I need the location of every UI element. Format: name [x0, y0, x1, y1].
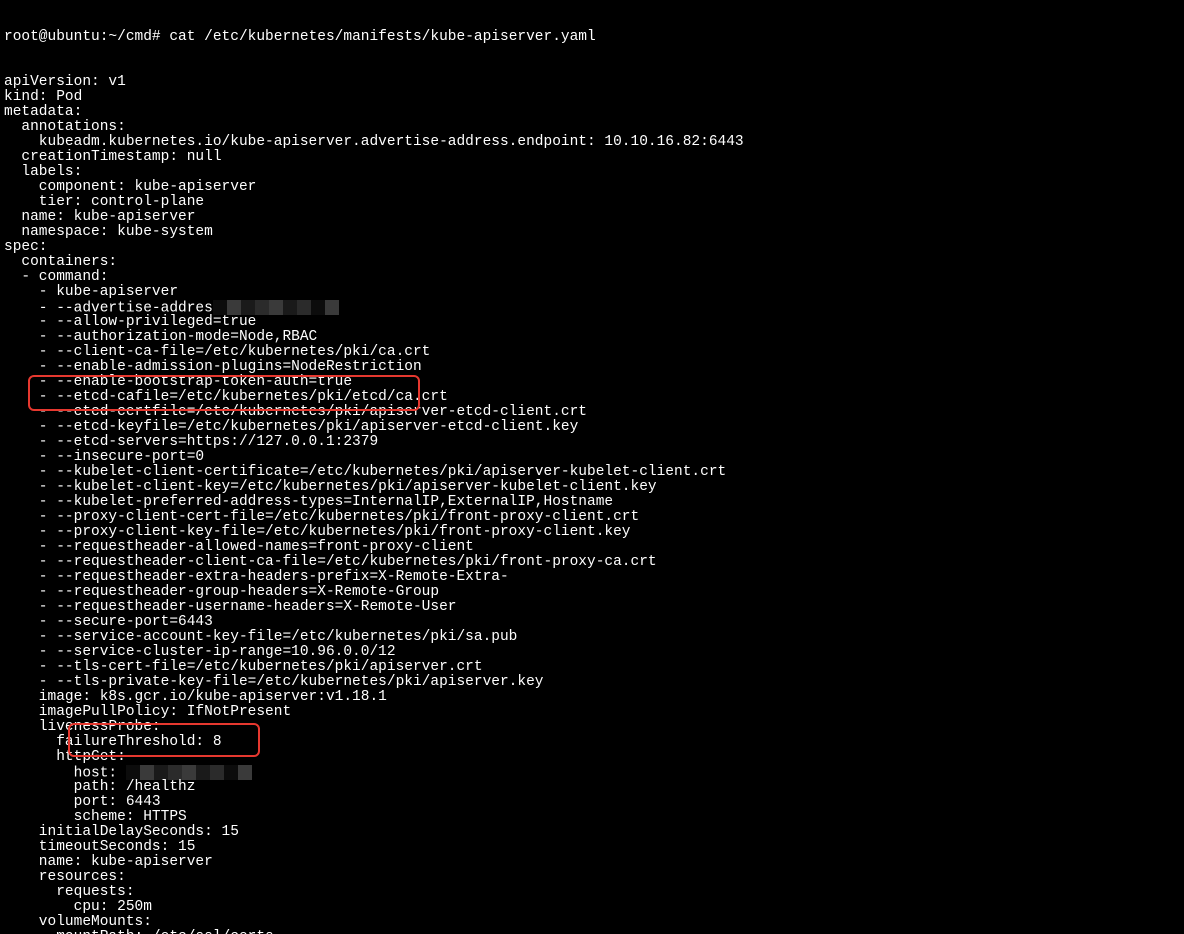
yaml-line: timeoutSeconds: 15 [4, 840, 1180, 855]
yaml-line: failureThreshold: 8 [4, 735, 1180, 750]
yaml-line: - --requestheader-client-ca-file=/etc/ku… [4, 555, 1180, 570]
yaml-line: - --enable-bootstrap-token-auth=true [4, 375, 1180, 390]
yaml-line: - --tls-private-key-file=/etc/kubernetes… [4, 675, 1180, 690]
yaml-line: - --client-ca-file=/etc/kubernetes/pki/c… [4, 345, 1180, 360]
yaml-line: port: 6443 [4, 795, 1180, 810]
yaml-line: resources: [4, 870, 1180, 885]
yaml-line: containers: [4, 255, 1180, 270]
yaml-line: path: /healthz [4, 780, 1180, 795]
yaml-line: - --service-account-key-file=/etc/kubern… [4, 630, 1180, 645]
yaml-line: scheme: HTTPS [4, 810, 1180, 825]
yaml-line: - --authorization-mode=Node,RBAC [4, 330, 1180, 345]
yaml-line: - --tls-cert-file=/etc/kubernetes/pki/ap… [4, 660, 1180, 675]
yaml-line: labels: [4, 165, 1180, 180]
yaml-line: - --etcd-cafile=/etc/kubernetes/pki/etcd… [4, 390, 1180, 405]
yaml-line: - --kubelet-preferred-address-types=Inte… [4, 495, 1180, 510]
yaml-line: creationTimestamp: null [4, 150, 1180, 165]
terminal-output: root@ubuntu:~/cmd# cat /etc/kubernetes/m… [0, 0, 1184, 934]
yaml-line: imagePullPolicy: IfNotPresent [4, 705, 1180, 720]
yaml-line: name: kube-apiserver [4, 855, 1180, 870]
yaml-line: - --proxy-client-cert-file=/etc/kubernet… [4, 510, 1180, 525]
yaml-line: - --service-cluster-ip-range=10.96.0.0/1… [4, 645, 1180, 660]
yaml-line: httpGet: [4, 750, 1180, 765]
yaml-line: - --etcd-servers=https://127.0.0.1:2379 [4, 435, 1180, 450]
yaml-line: - --requestheader-username-headers=X-Rem… [4, 600, 1180, 615]
yaml-line: host: [4, 765, 1180, 780]
yaml-line: - mountPath: /etc/ssl/certs [4, 930, 1180, 934]
yaml-line: metadata: [4, 105, 1180, 120]
yaml-line: annotations: [4, 120, 1180, 135]
yaml-line: - --requestheader-group-headers=X-Remote… [4, 585, 1180, 600]
prompt-line: root@ubuntu:~/cmd# cat /etc/kubernetes/m… [4, 30, 1180, 45]
yaml-line: kubeadm.kubernetes.io/kube-apiserver.adv… [4, 135, 1180, 150]
yaml-line: - command: [4, 270, 1180, 285]
yaml-line: kind: Pod [4, 90, 1180, 105]
yaml-line: - --enable-admission-plugins=NodeRestric… [4, 360, 1180, 375]
yaml-line: - kube-apiserver [4, 285, 1180, 300]
command-text: cat /etc/kubernetes/manifests/kube-apise… [169, 29, 595, 45]
yaml-line: - --kubelet-client-certificate=/etc/kube… [4, 465, 1180, 480]
yaml-line: image: k8s.gcr.io/kube-apiserver:v1.18.1 [4, 690, 1180, 705]
yaml-line: - --insecure-port=0 [4, 450, 1180, 465]
yaml-line: cpu: 250m [4, 900, 1180, 915]
yaml-line: - --proxy-client-key-file=/etc/kubernete… [4, 525, 1180, 540]
yaml-line: - --advertise-addres [4, 300, 1180, 315]
yaml-line: - --requestheader-extra-headers-prefix=X… [4, 570, 1180, 585]
yaml-line: - --requestheader-allowed-names=front-pr… [4, 540, 1180, 555]
yaml-line: - --etcd-certfile=/etc/kubernetes/pki/ap… [4, 405, 1180, 420]
yaml-line: name: kube-apiserver [4, 210, 1180, 225]
yaml-line: volumeMounts: [4, 915, 1180, 930]
redaction-mosaic [213, 300, 339, 315]
yaml-line: livenessProbe: [4, 720, 1180, 735]
yaml-line: initialDelaySeconds: 15 [4, 825, 1180, 840]
yaml-line: - --etcd-keyfile=/etc/kubernetes/pki/api… [4, 420, 1180, 435]
prompt-user: root@ubuntu [4, 29, 100, 45]
yaml-line: component: kube-apiserver [4, 180, 1180, 195]
yaml-line: tier: control-plane [4, 195, 1180, 210]
yaml-line: apiVersion: v1 [4, 75, 1180, 90]
yaml-line: requests: [4, 885, 1180, 900]
file-content: apiVersion: v1kind: Podmetadata: annotat… [4, 75, 1180, 934]
redaction-mosaic [126, 765, 252, 780]
yaml-line: - --kubelet-client-key=/etc/kubernetes/p… [4, 480, 1180, 495]
yaml-line: spec: [4, 240, 1180, 255]
yaml-line: - --secure-port=6443 [4, 615, 1180, 630]
yaml-line: - --allow-privileged=true [4, 315, 1180, 330]
prompt-sep: :~/cmd# [100, 29, 170, 45]
yaml-line: namespace: kube-system [4, 225, 1180, 240]
